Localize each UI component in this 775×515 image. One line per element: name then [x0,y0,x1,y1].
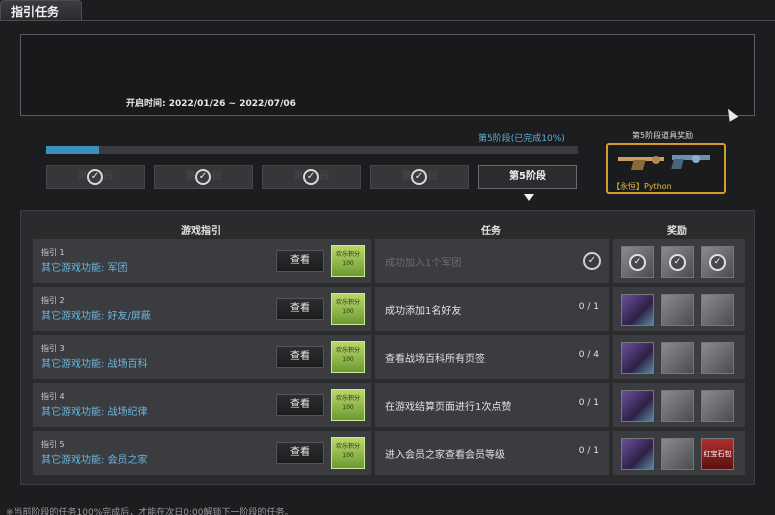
task-row: 指引 5 其它游戏功能: 会员之家 查看 欢乐积分 100 进入会员之家查看会员… [33,431,751,475]
task-text: 查看战场百科所有页签 [385,354,485,365]
points-badge: 欢乐积分 100 [331,341,365,373]
guide-cell: 指引 1 其它游戏功能: 军团 查看 欢乐积分 100 [33,239,371,283]
footnote: ※当前阶段的任务100%完成后，才能在次日0:00解锁下一阶段的任务。 [6,508,294,515]
task-text: 进入会员之家查看会员等级 [385,450,505,461]
check-icon: ✓ [195,169,211,185]
tab-divider [0,20,775,21]
column-header-task: 任务 [481,226,501,237]
open-time: 开启时间: 2022/01/26 ~ 2022/07/06 [126,99,296,109]
guide-number: 指引 4 [41,392,65,401]
check-icon: ✓ [583,252,601,270]
points-badge: 欢乐积分 100 [331,389,365,421]
reward-item-1[interactable] [621,438,654,470]
guide-cell: 指引 2 其它游戏功能: 好友/屏蔽 查看 欢乐积分 100 [33,287,371,331]
reward-item-3[interactable] [701,294,734,326]
stage-button-1[interactable]: 第1阶段✓ [46,165,145,189]
task-count: 0 / 4 [578,350,599,360]
check-icon: ✓ [669,254,686,271]
reward-item-2[interactable] [661,438,694,470]
task-table: 游戏指引 任务 奖励 指引 1 其它游戏功能: 军团 查看 欢乐积分 100 成… [20,210,755,485]
view-button[interactable]: 查看 [276,346,324,368]
stage-progress-fill [46,146,100,154]
points-badge: 欢乐积分 100 [331,245,365,277]
check-icon: ✓ [411,169,427,185]
stage-reward-title: 第5阶段道具奖励 [632,131,694,140]
task-cell: 成功添加1名好友 0 / 1 [375,287,609,331]
points-badge: 欢乐积分 100 [331,437,365,469]
task-text: 成功添加1名好友 [385,306,462,317]
view-button[interactable]: 查看 [276,442,324,464]
guide-title: 其它游戏功能: 战场百科 [41,359,148,370]
task-count: 0 / 1 [578,446,599,456]
reward-item-2[interactable] [661,390,694,422]
check-icon: ✓ [87,169,103,185]
stage-button-5[interactable]: 第5阶段 [478,165,577,189]
guide-number: 指引 1 [41,248,65,257]
reward-item-2[interactable]: ✓ [661,246,694,278]
check-icon: ✓ [303,169,319,185]
stage-button-2[interactable]: 第2阶段✓ [154,165,253,189]
task-row: 指引 1 其它游戏功能: 军团 查看 欢乐积分 100 成功加入1个军团 ✓ ✓… [33,239,751,283]
reward-item-1[interactable] [621,342,654,374]
event-banner: 开启时间: 2022/01/26 ~ 2022/07/06 [20,34,755,116]
red-gem-pack-label: 红宝石包 [703,450,732,458]
guide-cell: 指引 4 其它游戏功能: 战场纪律 查看 欢乐积分 100 [33,383,371,427]
reward-cell: 红宝石包 [613,431,745,475]
column-header-guide: 游戏指引 [181,226,221,237]
task-count: 0 / 1 [578,302,599,312]
stage-reward-name: 【永恒】Python [612,182,672,191]
task-cell: 在游戏结算页面进行1次点赞 0 / 1 [375,383,609,427]
task-text: 成功加入1个军团 [385,258,462,269]
column-header-reward: 奖励 [667,226,687,237]
task-text: 在游戏结算页面进行1次点赞 [385,402,512,413]
view-button[interactable]: 查看 [276,394,324,416]
guide-title: 其它游戏功能: 好友/屏蔽 [41,311,151,322]
task-cell: 进入会员之家查看会员等级 0 / 1 [375,431,609,475]
reward-cell: ✓ ✓ ✓ [613,239,745,283]
guide-number: 指引 5 [41,440,65,449]
view-button[interactable]: 查看 [276,250,324,272]
reward-cell [613,287,745,331]
reward-item-3[interactable]: 红宝石包 [701,438,734,470]
task-count: 0 / 1 [578,398,599,408]
stage-reward-item[interactable]: 【永恒】Python [606,143,726,194]
guide-title: 其它游戏功能: 战场纪律 [41,407,148,418]
revolver-icon [618,155,710,170]
reward-item-1[interactable] [621,294,654,326]
reward-item-3[interactable] [701,342,734,374]
reward-item-3[interactable] [701,390,734,422]
reward-item-2[interactable] [661,342,694,374]
guide-number: 指引 3 [41,344,65,353]
stage-status: 第5阶段(已完成10%) [478,134,565,144]
guide-cell: 指引 5 其它游戏功能: 会员之家 查看 欢乐积分 100 [33,431,371,475]
reward-item-2[interactable] [661,294,694,326]
check-icon: ✓ [709,254,726,271]
check-icon: ✓ [629,254,646,271]
stage-button-3[interactable]: 第3阶段✓ [262,165,361,189]
guide-title: 其它游戏功能: 军团 [41,263,128,274]
task-row: 指引 2 其它游戏功能: 好友/屏蔽 查看 欢乐积分 100 成功添加1名好友 … [33,287,751,331]
guide-number: 指引 2 [41,296,65,305]
stage-label: 第5阶段 [509,171,546,182]
guide-task-window: 指引任务 开启时间: 2022/01/26 ~ 2022/07/06 第5阶段(… [0,0,775,515]
reward-cell [613,335,745,379]
reward-item-1[interactable]: ✓ [621,246,654,278]
guide-cell: 指引 3 其它游戏功能: 战场百科 查看 欢乐积分 100 [33,335,371,379]
reward-cell [613,383,745,427]
tab-guide-task[interactable]: 指引任务 [0,0,82,20]
stage-button-4[interactable]: 第4阶段✓ [370,165,469,189]
task-row: 指引 4 其它游戏功能: 战场纪律 查看 欢乐积分 100 在游戏结算页面进行1… [33,383,751,427]
guide-title: 其它游戏功能: 会员之家 [41,455,148,466]
selected-stage-arrow-icon [524,194,534,201]
stage-progress-bar [46,146,578,154]
task-cell: 查看战场百科所有页签 0 / 4 [375,335,609,379]
points-badge: 欢乐积分 100 [331,293,365,325]
reward-item-1[interactable] [621,390,654,422]
reward-item-3[interactable]: ✓ [701,246,734,278]
task-row: 指引 3 其它游戏功能: 战场百科 查看 欢乐积分 100 查看战场百科所有页签… [33,335,751,379]
view-button[interactable]: 查看 [276,298,324,320]
task-cell: 成功加入1个军团 ✓ [375,239,609,283]
